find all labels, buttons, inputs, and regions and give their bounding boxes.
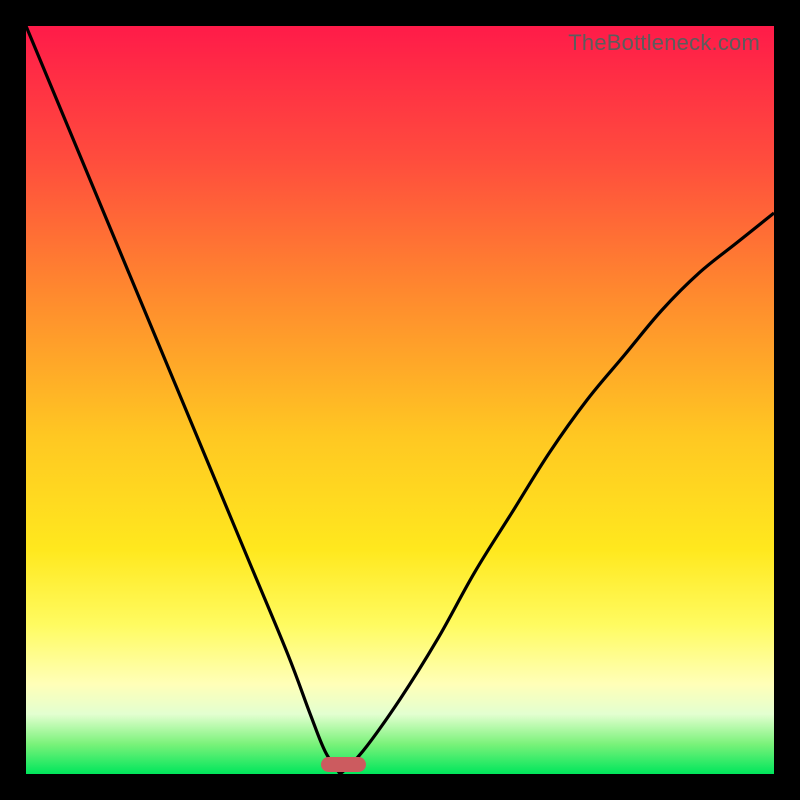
- optimal-marker: [321, 757, 366, 772]
- curve-right-branch: [340, 213, 774, 774]
- plot-area: TheBottleneck.com: [26, 26, 774, 774]
- curve-left-branch: [26, 26, 340, 774]
- bottleneck-curve: [26, 26, 774, 774]
- chart-frame: TheBottleneck.com: [0, 0, 800, 800]
